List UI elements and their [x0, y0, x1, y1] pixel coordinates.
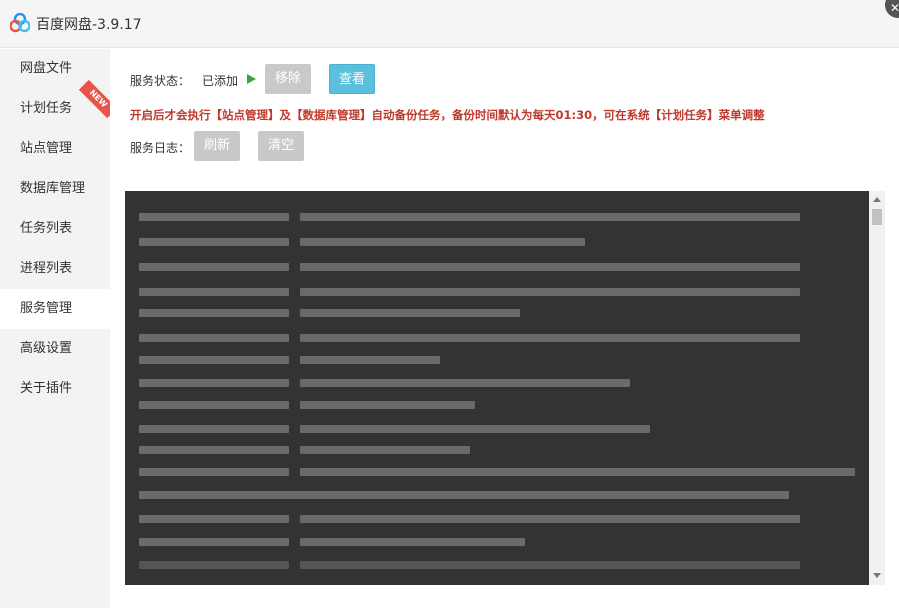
log-line [139, 238, 289, 246]
sidebar-item-label: 数据库管理 [20, 181, 86, 196]
log-line [300, 561, 800, 569]
baidu-netdisk-logo-icon [10, 13, 30, 33]
log-line [300, 401, 475, 409]
log-line [139, 379, 289, 387]
sidebar-item-netdisk-files[interactable]: 网盘文件 [0, 49, 110, 89]
scroll-thumb[interactable] [872, 209, 882, 225]
service-status-label: 服务状态： [130, 74, 191, 88]
sidebar-item-label: 网盘文件 [20, 61, 73, 76]
log-line [300, 425, 650, 433]
log-line [139, 446, 289, 454]
log-line [300, 379, 630, 387]
backup-notice: 开启后才会执行【站点管理】及【数据库管理】自动备份任务，备份时间默认为每天01:… [130, 108, 765, 122]
sidebar-item-database-management[interactable]: 数据库管理 [0, 169, 110, 209]
scroll-down-arrow-icon[interactable] [873, 573, 881, 578]
remove-button[interactable]: 移除 [265, 64, 311, 94]
log-line [300, 263, 800, 271]
service-log-output[interactable] [125, 191, 885, 585]
log-line [300, 446, 470, 454]
log-line [139, 263, 289, 271]
log-line [300, 309, 520, 317]
log-line [139, 334, 289, 342]
service-management-panel: 服务状态： 已添加 移除 查看 开启后才会执行【站点管理】及【数据库管理】自动备… [110, 49, 899, 608]
log-line [300, 515, 800, 523]
sidebar-item-site-management[interactable]: 站点管理 [0, 129, 110, 169]
sidebar: 网盘文件 计划任务 站点管理 数据库管理 任务列表 进程列表 服务管理 高级设置… [0, 49, 110, 608]
sidebar-item-service-management[interactable]: 服务管理 [0, 289, 110, 329]
log-line [139, 213, 289, 221]
sidebar-item-label: 站点管理 [20, 141, 73, 156]
log-line [300, 538, 525, 546]
window-title: 百度网盘-3.9.17 [36, 17, 142, 33]
title-bar: 百度网盘-3.9.17 [0, 0, 899, 48]
log-line [139, 288, 289, 296]
log-line [139, 538, 289, 546]
log-line [139, 425, 289, 433]
sidebar-item-label: 服务管理 [20, 301, 73, 316]
scroll-up-arrow-icon[interactable] [873, 197, 881, 202]
close-icon: ✕ [890, 1, 899, 15]
log-line [139, 401, 289, 409]
sidebar-item-label: 关于插件 [20, 381, 73, 396]
log-line [300, 356, 440, 364]
play-icon [247, 74, 256, 84]
sidebar-item-task-list[interactable]: 任务列表 [0, 209, 110, 249]
log-line [139, 356, 289, 364]
sidebar-item-process-list[interactable]: 进程列表 [0, 249, 110, 289]
log-line [139, 561, 289, 569]
service-status-value: 已添加 [202, 74, 239, 88]
view-button[interactable]: 查看 [329, 64, 375, 94]
log-line [139, 515, 289, 523]
sidebar-item-label: 进程列表 [20, 261, 73, 276]
log-line [300, 468, 855, 476]
sidebar-item-label: 计划任务 [20, 101, 73, 116]
log-line [300, 334, 800, 342]
sidebar-item-advanced-settings[interactable]: 高级设置 [0, 329, 110, 369]
sidebar-item-about-plugin[interactable]: 关于插件 [0, 369, 110, 409]
sidebar-item-label: 任务列表 [20, 221, 73, 236]
log-line [300, 288, 800, 296]
sidebar-item-label: 高级设置 [20, 341, 73, 356]
log-line [139, 491, 789, 499]
log-line [139, 468, 289, 476]
service-log-label: 服务日志： [130, 141, 191, 155]
log-line [300, 238, 585, 246]
log-scrollbar[interactable] [869, 191, 885, 585]
log-line [300, 213, 800, 221]
log-line [139, 309, 289, 317]
refresh-button[interactable]: 刷新 [194, 131, 240, 161]
clear-button[interactable]: 清空 [258, 131, 304, 161]
